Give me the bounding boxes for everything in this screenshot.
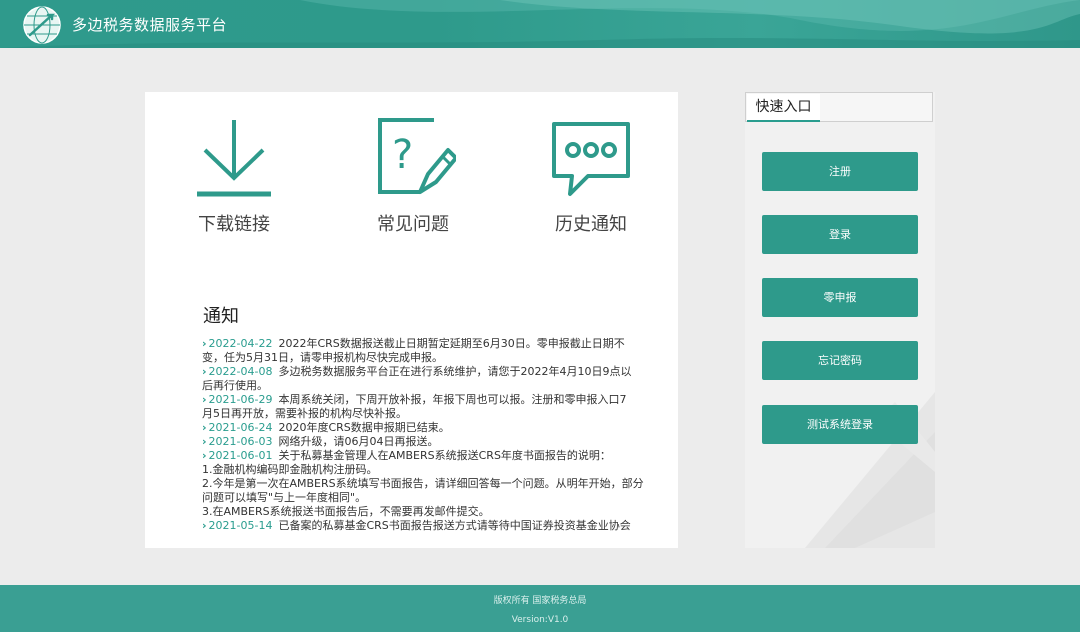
notice-item[interactable]: › 2021-05-14 已备案的私募基金CRS书面报告报送方式请等待中国证券投资基… <box>202 519 647 533</box>
notice-text: 3.在AMBERS系统报送书面报告后，不需要再发邮件提交。 <box>202 505 490 518</box>
chevron-right-icon: › <box>202 519 207 532</box>
notice-text: 后再行使用。 <box>202 379 268 392</box>
notice-text: 网络升级，请06月04日再报送。 <box>278 435 439 448</box>
site-title: 多边税务数据服务平台 <box>72 16 228 34</box>
chevron-right-icon: › <box>202 449 207 462</box>
notice-text: 2022年CRS数据报送截止日期暂定延期至6月30日。零申报截止日期不 <box>278 337 625 350</box>
notice-text: 已备案的私募基金CRS书面报告报送方式请等待中国证券投资基金业协会 <box>278 519 631 532</box>
notice-date[interactable]: 2022-04-08 <box>209 365 273 378</box>
notice-date[interactable]: 2021-06-01 <box>209 449 273 462</box>
notice-item[interactable]: › 2021-06-24 2020年度CRS数据申报期已结束。 <box>202 421 647 435</box>
notice-text: 问题可以填写"与上一年度相同"。 <box>202 491 367 504</box>
notice-item[interactable]: › 2021-06-29 本周系统关闭，下周开放补报，年报下周也可以报。注册和零申报… <box>202 393 647 421</box>
copyright-text: 版权所有 国家税务总局 <box>493 596 587 606</box>
quick-access-panel: 快速入口 注册 登录 零申报 忘记密码 测试系统登录 <box>745 92 935 548</box>
download-icon <box>197 120 271 197</box>
notice-item[interactable]: › 2021-06-01 关于私募基金管理人在AMBERS系统报送CRS年度书面报告… <box>202 449 647 519</box>
notice-date[interactable]: 2022-04-22 <box>209 337 273 350</box>
notice-text: 2020年度CRS数据申报期已结束。 <box>278 421 450 434</box>
forgot-password-button[interactable]: 忘记密码 <box>762 341 918 380</box>
notice-text: 本周系统关闭，下周开放补报，年报下周也可以报。注册和零申报入口7 <box>278 393 627 406</box>
svg-text:?: ? <box>392 132 413 178</box>
notice-item[interactable]: › 2022-04-08 多边税务数据服务平台正在进行系统维护，请您于2022年4月… <box>202 365 647 393</box>
download-link-tile[interactable]: 下载链接 <box>174 116 294 236</box>
globe-logo-icon <box>23 6 61 44</box>
side-tab-bar: 快速入口 <box>745 92 933 122</box>
chevron-right-icon: › <box>202 393 207 406</box>
chevron-right-icon: › <box>202 435 207 448</box>
notice-date[interactable]: 2021-06-03 <box>209 435 273 448</box>
login-button[interactable]: 登录 <box>762 215 918 254</box>
notice-text: 月5日再开放，需要补报的机构尽快补报。 <box>202 407 407 420</box>
notice-date[interactable]: 2021-05-14 <box>209 519 273 532</box>
notice-text: 关于私募基金管理人在AMBERS系统报送CRS年度书面报告的说明： <box>278 449 611 462</box>
chat-bubble-icon <box>552 122 630 196</box>
download-link-label: 下载链接 <box>198 214 270 235</box>
notice-text: 多边税务数据服务平台正在进行系统维护，请您于2022年4月10日9点以 <box>278 365 632 378</box>
notice-heading: 通知 <box>203 306 239 327</box>
notice-date[interactable]: 2021-06-24 <box>209 421 273 434</box>
faq-tile[interactable]: ? 常见问题 <box>353 116 473 236</box>
page-footer: 版权所有 国家税务总局 Version:V1.0 <box>0 585 1080 632</box>
main-content-panel: 下载链接 ? 常见问题 历史通知 通知 › 2022-04-22 2022年CRS数… <box>145 92 678 548</box>
notice-text: 变，任为5月31日，请零申报机构尽快完成申报。 <box>202 351 443 364</box>
notice-text: 1.金融机构编码即金融机构注册码。 <box>202 463 378 476</box>
version-text: Version:V1.0 <box>511 615 569 625</box>
chevron-right-icon: › <box>202 365 207 378</box>
notice-item[interactable]: › 2021-06-03 网络升级，请06月04日再报送。 <box>202 435 647 449</box>
top-header: 多边税务数据服务平台 <box>0 0 1080 48</box>
notice-item[interactable]: › 2022-04-22 2022年CRS数据报送截止日期暂定延期至6月30日。零申… <box>202 337 647 365</box>
chevron-right-icon: › <box>202 337 207 350</box>
notice-date[interactable]: 2021-06-29 <box>209 393 273 406</box>
zero-declaration-button[interactable]: 零申报 <box>762 278 918 317</box>
notice-list: › 2022-04-22 2022年CRS数据报送截止日期暂定延期至6月30日。零申… <box>202 337 647 533</box>
history-notice-tile[interactable]: 历史通知 <box>531 116 651 236</box>
register-button[interactable]: 注册 <box>762 152 918 191</box>
history-notice-label: 历史通知 <box>555 214 627 235</box>
faq-label: 常见问题 <box>377 214 449 235</box>
question-edit-icon: ? <box>378 118 456 194</box>
notice-text: 2.今年是第一次在AMBERS系统填写书面报告，请详细回答每一个问题。从明年开始… <box>202 477 644 490</box>
chevron-right-icon: › <box>202 421 207 434</box>
tab-quick-access[interactable]: 快速入口 <box>747 94 820 122</box>
test-system-login-button[interactable]: 测试系统登录 <box>762 405 918 444</box>
